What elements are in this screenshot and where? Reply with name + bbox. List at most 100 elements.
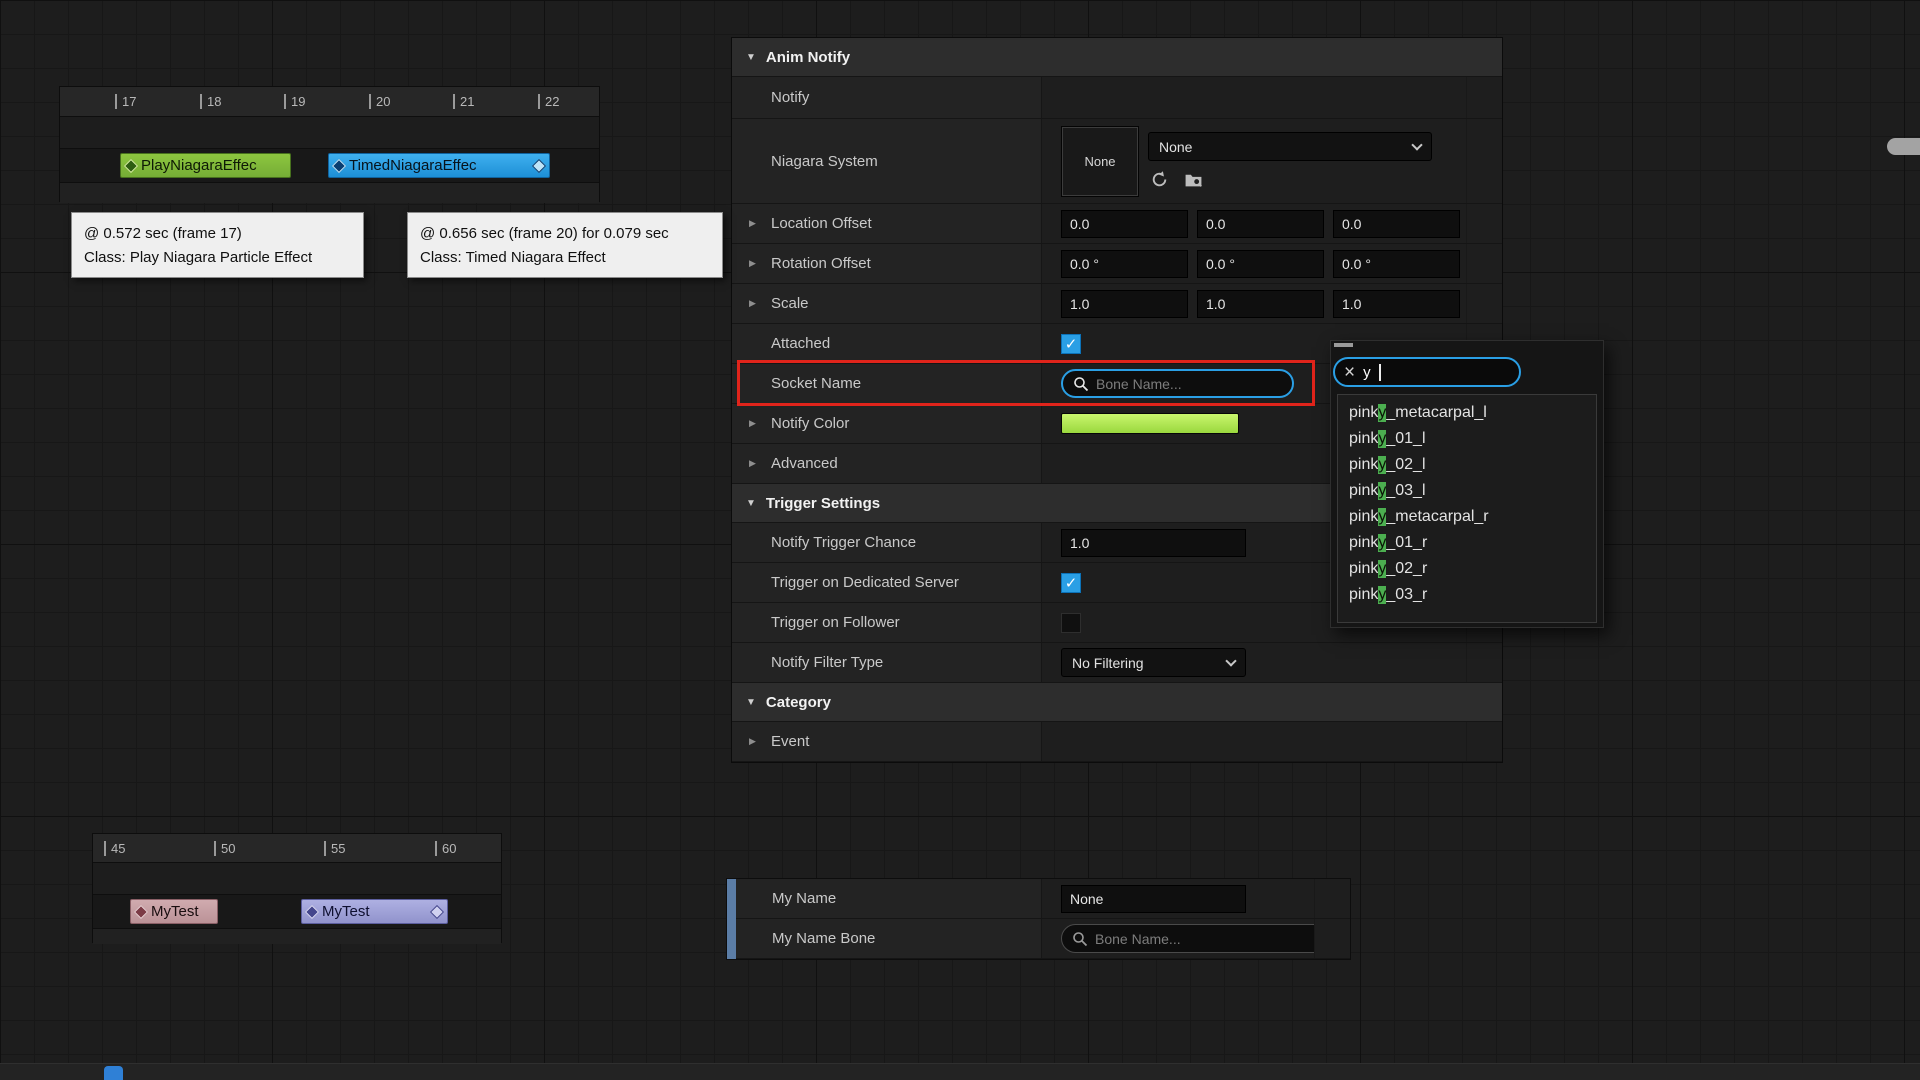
- row-gutter: [1466, 204, 1502, 243]
- rotation-offset-y-field[interactable]: 0.0 °: [1197, 250, 1324, 278]
- notify-tooltip-timed-niagara: @ 0.656 sec (frame 20) for 0.079 sec Cla…: [407, 212, 723, 278]
- property-row-rotation-offset: ▶Rotation Offset 0.0 ° 0.0 ° 0.0 °: [732, 244, 1502, 284]
- property-label-location-offset: Location Offset: [771, 215, 872, 232]
- follower-checkbox[interactable]: [1061, 613, 1081, 633]
- frame-label: 45: [111, 841, 125, 856]
- expand-arrow-icon[interactable]: ▶: [749, 736, 763, 747]
- tooltip-class-line: Class: Play Niagara Particle Effect: [84, 246, 351, 270]
- notify-track-bottom: 45 50 55 60 MyTest MyTest: [92, 833, 502, 943]
- bone-search-box[interactable]: × y: [1333, 357, 1521, 387]
- scale-x-field[interactable]: 1.0: [1061, 290, 1188, 318]
- notify-end-diamond-icon[interactable]: [532, 158, 546, 172]
- frame-tick: 60: [435, 841, 456, 856]
- tick-mark: [214, 841, 216, 856]
- asset-dropdown-value: None: [1159, 139, 1192, 155]
- tick-mark: [284, 94, 286, 109]
- frame-label: 17: [122, 94, 136, 109]
- tooltip-class-line: Class: Timed Niagara Effect: [420, 246, 710, 270]
- notify-tag-mytest-2[interactable]: MyTest: [301, 899, 448, 924]
- property-label-attached: Attached: [771, 335, 830, 352]
- frame-tick: 20: [369, 94, 390, 109]
- tick-mark: [453, 94, 455, 109]
- scale-z-field[interactable]: 1.0: [1333, 290, 1460, 318]
- property-label-notify-color: Notify Color: [771, 415, 849, 432]
- row-gutter: [1314, 919, 1350, 958]
- tick-mark: [369, 94, 371, 109]
- bone-list-item[interactable]: pinky_01_r: [1338, 530, 1596, 556]
- collapse-arrow-icon[interactable]: ▼: [746, 52, 756, 63]
- clear-search-icon[interactable]: ×: [1344, 363, 1355, 382]
- track-lane: [60, 117, 599, 149]
- dedicated-server-checkbox[interactable]: ✓: [1061, 573, 1081, 593]
- timeline-ruler[interactable]: 17 18 19 20 21 22: [60, 87, 599, 117]
- frame-label: 19: [291, 94, 305, 109]
- bone-list-item[interactable]: pinky_01_l: [1338, 426, 1596, 452]
- property-row-my-name-bone: My Name Bone: [727, 919, 1350, 959]
- bone-list-item[interactable]: pinky_02_r: [1338, 556, 1596, 582]
- property-label-scale: Scale: [771, 295, 809, 312]
- notify-tag-mytest-1[interactable]: MyTest: [130, 899, 218, 924]
- notify-start-diamond-icon: [332, 158, 346, 172]
- property-row-my-name: My Name None: [727, 879, 1350, 919]
- notify-track-top: 17 18 19 20 21 22 PlayNiagaraEffec Timed…: [59, 86, 600, 202]
- check-icon: ✓: [1065, 335, 1078, 353]
- section-title: Category: [766, 694, 831, 711]
- tick-mark: [200, 94, 202, 109]
- track-footer: [60, 183, 599, 203]
- location-offset-y-field[interactable]: 0.0: [1197, 210, 1324, 238]
- bone-list-item[interactable]: pinky_02_l: [1338, 452, 1596, 478]
- browse-to-asset-icon[interactable]: [1182, 168, 1204, 190]
- frame-tick: 22: [538, 94, 559, 109]
- my-name-bone-input[interactable]: [1095, 931, 1333, 947]
- track-footer: [93, 929, 501, 944]
- my-name-bone-search-box[interactable]: [1061, 924, 1344, 953]
- attached-checkbox[interactable]: ✓: [1061, 334, 1081, 354]
- expand-arrow-icon[interactable]: ▶: [749, 298, 763, 309]
- notify-lane: MyTest MyTest: [93, 895, 501, 929]
- asset-thumbnail[interactable]: None: [1061, 126, 1139, 197]
- notify-start-diamond-icon: [305, 904, 319, 918]
- notify-tag-play-niagara[interactable]: PlayNiagaraEffec: [120, 153, 291, 178]
- section-header-anim-notify[interactable]: ▼ Anim Notify: [732, 38, 1502, 77]
- bottom-left-blue-button-fragment[interactable]: [104, 1066, 123, 1080]
- expand-arrow-icon[interactable]: ▶: [749, 418, 763, 429]
- use-selected-asset-icon[interactable]: [1148, 168, 1170, 190]
- bone-list-item[interactable]: pinky_metacarpal_l: [1338, 400, 1596, 426]
- notify-end-diamond-icon[interactable]: [430, 904, 444, 918]
- collapse-arrow-icon[interactable]: ▼: [746, 498, 756, 509]
- collapse-arrow-icon[interactable]: ▼: [746, 697, 756, 708]
- tick-mark: [115, 94, 117, 109]
- frame-label: 22: [545, 94, 559, 109]
- bone-list-item[interactable]: pinky_03_r: [1338, 582, 1596, 608]
- trigger-chance-field[interactable]: 1.0: [1061, 529, 1246, 557]
- property-label-my-name-bone: My Name Bone: [772, 930, 875, 947]
- location-offset-x-field[interactable]: 0.0: [1061, 210, 1188, 238]
- notify-tag-label: MyTest: [322, 903, 370, 920]
- notify-color-swatch[interactable]: [1061, 413, 1239, 434]
- expand-arrow-icon[interactable]: ▶: [749, 258, 763, 269]
- expand-arrow-icon[interactable]: ▶: [749, 218, 763, 229]
- location-offset-z-field[interactable]: 0.0: [1333, 210, 1460, 238]
- right-edge-fragment: [1887, 138, 1920, 155]
- row-gutter: [1466, 284, 1502, 323]
- expand-arrow-icon[interactable]: ▶: [749, 458, 763, 469]
- property-label-follower: Trigger on Follower: [771, 614, 900, 631]
- rotation-offset-z-field[interactable]: 0.0 °: [1333, 250, 1460, 278]
- property-row-scale: ▶ Scale 1.0 1.0 1.0: [732, 284, 1502, 324]
- bone-list-item[interactable]: pinky_03_l: [1338, 478, 1596, 504]
- section-header-category[interactable]: ▼ Category: [732, 683, 1502, 722]
- property-label-niagara-system: Niagara System: [771, 153, 878, 170]
- tick-mark: [324, 841, 326, 856]
- filter-type-value: No Filtering: [1072, 655, 1144, 671]
- niagara-asset-dropdown[interactable]: None: [1148, 132, 1432, 161]
- bone-list-item[interactable]: pinky_metacarpal_r: [1338, 504, 1596, 530]
- notify-marker-diamond-icon: [124, 158, 138, 172]
- notify-tag-timed-niagara[interactable]: TimedNiagaraEffec: [328, 153, 550, 178]
- scale-y-field[interactable]: 1.0: [1197, 290, 1324, 318]
- property-row-event: ▶Event: [732, 722, 1502, 762]
- notify-filter-type-dropdown[interactable]: No Filtering: [1061, 648, 1246, 677]
- track-lane: [93, 863, 501, 895]
- timeline-ruler[interactable]: 45 50 55 60: [93, 834, 501, 863]
- rotation-offset-x-field[interactable]: 0.0 °: [1061, 250, 1188, 278]
- my-name-field[interactable]: None: [1061, 885, 1246, 913]
